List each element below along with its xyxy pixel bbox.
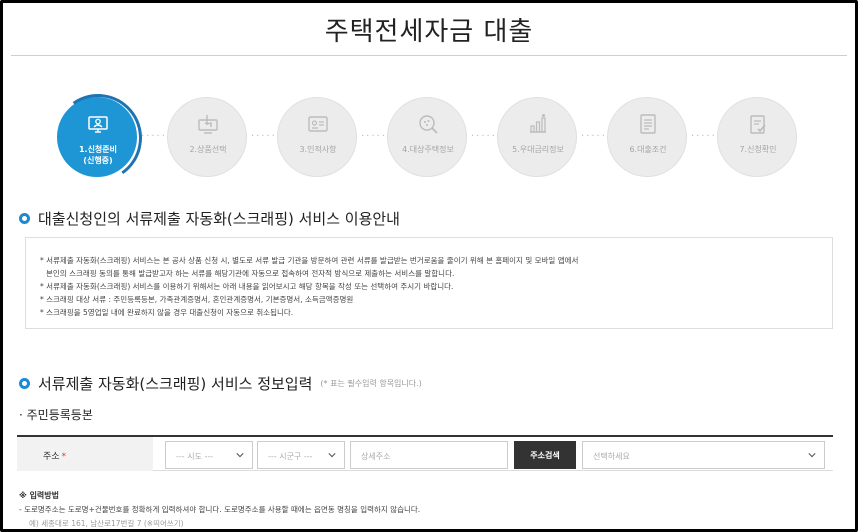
step-label: 3.인적사항 bbox=[299, 145, 337, 154]
step-label: 1.신청준비 (신행중) bbox=[78, 145, 118, 165]
circle-bullet-icon bbox=[19, 378, 30, 389]
info-line: * 스크래핑 대상 서류 : 주민등록등본, 가족관계증명서, 혼인관계증명서,… bbox=[40, 295, 354, 304]
step-label: 2.상품선택 bbox=[189, 145, 227, 154]
info-line: * 서류제출 자동화(스크래핑) 서비스를 이용하기 위해서는 아래 내용을 읽… bbox=[40, 282, 454, 291]
input-guide-title: ※ 입력방법 bbox=[19, 491, 60, 500]
page-frame: 주택전세자금 대출 1.신청준비 (신행중) ······· 2.상품선택 ··… bbox=[0, 0, 858, 532]
info-line: 본인의 스크래핑 동의를 통해 발급받고자 하는 서류를 해당기관에 자동으로 … bbox=[46, 269, 455, 278]
sigungu-select[interactable]: --- 시군구 --- bbox=[257, 441, 345, 469]
step-7-confirm: 7.신청확인 bbox=[717, 97, 797, 177]
step-label: 4.대상주택정보 bbox=[402, 145, 454, 154]
input-guide-example: 예) 세종대로 161, 남산로17번길 7 (※띄어쓰기) bbox=[29, 519, 184, 528]
step-label: 5.우대금리정보 bbox=[512, 145, 564, 154]
detail-address-input[interactable]: 상세주소 bbox=[350, 441, 508, 469]
required-note: (* 표는 필수입력 항목입니다.) bbox=[320, 379, 422, 388]
address-result-select[interactable]: 선택하세요 bbox=[582, 441, 825, 469]
step-label: 7.신청확인 bbox=[739, 145, 777, 154]
step-label: 6.대출조건 bbox=[629, 145, 667, 154]
step-3-personal-info: 3.인적사항 bbox=[277, 97, 357, 177]
step-6-loan-terms: 6.대출조건 bbox=[607, 97, 687, 177]
hand-cursor-icon bbox=[198, 115, 218, 134]
progress-stepper: 1.신청준비 (신행중) ······· 2.상품선택 ······· 3.인적… bbox=[3, 87, 855, 189]
section-title: 서류제출 자동화(스크래핑) 서비스 정보입력 bbox=[38, 375, 313, 393]
step-2-product: 2.상품선택 bbox=[167, 97, 247, 177]
input-guide-line: - 도로명주소는 도로명+건물번호를 정확하게 입력하셔야 합니다. 도로명주소… bbox=[19, 505, 421, 514]
page-title: 주택전세자금 대출 bbox=[324, 17, 534, 47]
address-form-row: 주소 * --- 시도 --- --- 시군구 --- 상세주소 주소검색 선택하… bbox=[17, 435, 833, 471]
info-line: * 스크래핑을 5영업일 내에 완료하지 않을 경우 대출신청이 자동으로 취소… bbox=[40, 308, 294, 317]
title-divider bbox=[11, 55, 847, 56]
document-subheading: · 주민등록등본 bbox=[19, 408, 93, 422]
chevron-down-icon bbox=[328, 453, 336, 458]
info-box: * 서류제출 자동화(스크래핑) 서비스는 본 공사 상품 신청 시, 별도로 … bbox=[25, 237, 833, 329]
section-heading-scraping-guide: 대출신청인의 서류제출 자동화(스크래핑) 서비스 이용안내 bbox=[19, 208, 400, 229]
section-heading-info-input: 서류제출 자동화(스크래핑) 서비스 정보입력 (* 표는 필수입력 항목입니다… bbox=[19, 373, 422, 394]
section-title: 대출신청인의 서류제출 자동화(스크래핑) 서비스 이용안내 bbox=[38, 210, 400, 228]
step-5-preferential-rate: 5.우대금리정보 bbox=[497, 97, 577, 177]
step-4-house-info: 4.대상주택정보 bbox=[387, 97, 467, 177]
step-1-preparation: 1.신청준비 (신행중) bbox=[47, 87, 149, 189]
bar-chart-icon bbox=[530, 114, 546, 133]
info-line: * 서류제출 자동화(스크래핑) 서비스는 본 공사 상품 신청 시, 별도로 … bbox=[40, 256, 579, 265]
document-icon bbox=[640, 114, 656, 134]
checklist-icon bbox=[750, 115, 766, 134]
chevron-down-icon bbox=[808, 453, 816, 458]
circle-bullet-icon bbox=[19, 213, 30, 224]
chevron-down-icon bbox=[236, 453, 244, 458]
active-step-ring bbox=[47, 87, 149, 189]
required-mark: * bbox=[61, 452, 67, 462]
address-label: 주소 * bbox=[17, 437, 153, 471]
id-card-icon bbox=[308, 116, 328, 132]
monitor-person-icon bbox=[88, 116, 108, 133]
address-search-button[interactable]: 주소검색 bbox=[514, 441, 576, 469]
house-search-icon bbox=[419, 115, 438, 134]
sido-select[interactable]: --- 시도 --- bbox=[165, 441, 253, 469]
